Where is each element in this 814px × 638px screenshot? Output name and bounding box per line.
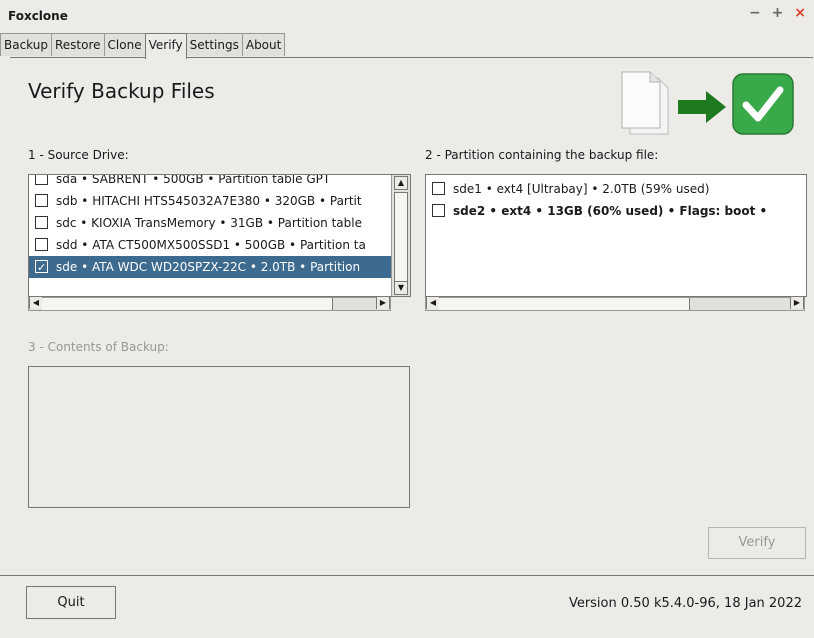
- list-item[interactable]: sdb • HITACHI HTS545032A7E380 • 320GB • …: [29, 190, 391, 212]
- check-icon: ✓: [37, 261, 47, 274]
- checkmark-icon: [732, 73, 794, 135]
- tab-restore[interactable]: Restore: [51, 33, 105, 56]
- checkbox-checked[interactable]: ✓: [35, 260, 48, 274]
- vertical-scrollbar[interactable]: ▲ ▼: [391, 175, 410, 296]
- list-item[interactable]: sda • SABRENT • 500GB • Partition table …: [29, 175, 391, 190]
- horizontal-scrollbar[interactable]: ◀ ▶: [28, 297, 391, 311]
- app-title: Foxclone: [8, 9, 68, 23]
- tab-verify[interactable]: Verify: [144, 33, 187, 59]
- list-item[interactable]: sdc • KIOXIA TransMemory • 31GB • Partit…: [29, 212, 391, 234]
- tab-about[interactable]: About: [241, 33, 286, 56]
- verify-button[interactable]: Verify: [708, 527, 806, 559]
- partition-label: 2 - Partition containing the backup file…: [425, 148, 659, 162]
- minimize-icon[interactable]: −: [749, 5, 761, 21]
- checkbox[interactable]: [432, 182, 445, 195]
- header-illustration: [620, 70, 800, 143]
- list-item-selected[interactable]: ✓ sde • ATA WDC WD20SPZX-22C • 2.0TB • Pa…: [29, 256, 391, 278]
- scroll-thumb[interactable]: [394, 192, 408, 282]
- scroll-down-icon[interactable]: ▼: [394, 281, 408, 295]
- document-icon: [621, 71, 669, 135]
- quit-button[interactable]: Quit: [26, 586, 116, 619]
- list-item[interactable]: sdd • ATA CT500MX500SSD1 • 500GB • Parti…: [29, 234, 391, 256]
- checkbox[interactable]: [35, 194, 48, 207]
- scroll-up-icon[interactable]: ▲: [394, 176, 408, 190]
- contents-label: 3 - Contents of Backup:: [28, 340, 169, 354]
- source-drive-label: 1 - Source Drive:: [28, 148, 129, 162]
- source-drive-list[interactable]: sda • SABRENT • 500GB • Partition table …: [28, 174, 411, 297]
- scroll-thumb[interactable]: [439, 298, 690, 310]
- checkbox[interactable]: [35, 216, 48, 229]
- window-controls: − + ×: [743, 5, 806, 21]
- scroll-right-icon[interactable]: ▶: [376, 297, 390, 309]
- backup-contents-list[interactable]: [28, 366, 410, 508]
- arrow-right-icon: [678, 91, 726, 123]
- scroll-thumb[interactable]: [42, 298, 333, 310]
- scroll-left-icon[interactable]: ◀: [426, 297, 440, 309]
- page-title: Verify Backup Files: [28, 79, 215, 103]
- close-icon[interactable]: ×: [794, 5, 806, 21]
- tab-clone[interactable]: Clone: [103, 33, 146, 56]
- checkbox[interactable]: [35, 238, 48, 251]
- partition-list[interactable]: sde1 • ext4 [Ultrabay] • 2.0TB (59% used…: [425, 174, 807, 297]
- checkbox[interactable]: [35, 175, 48, 185]
- tab-bar: Backup Restore Clone Verify Settings Abo…: [0, 33, 286, 59]
- list-item[interactable]: sde2 • ext4 • 13GB (60% used) • Flags: b…: [426, 200, 806, 222]
- title-bar: Foxclone − + ×: [0, 0, 814, 29]
- list-item[interactable]: sde1 • ext4 [Ultrabay] • 2.0TB (59% used…: [426, 178, 806, 200]
- tab-backup[interactable]: Backup: [0, 33, 52, 56]
- maximize-icon[interactable]: +: [772, 5, 784, 21]
- tab-settings[interactable]: Settings: [185, 33, 243, 56]
- horizontal-scrollbar[interactable]: ◀ ▶: [425, 297, 805, 311]
- scroll-left-icon[interactable]: ◀: [29, 297, 43, 309]
- scroll-right-icon[interactable]: ▶: [790, 297, 804, 309]
- checkbox[interactable]: [432, 204, 445, 217]
- version-text: Version 0.50 k5.4.0-96, 18 Jan 2022: [568, 596, 802, 611]
